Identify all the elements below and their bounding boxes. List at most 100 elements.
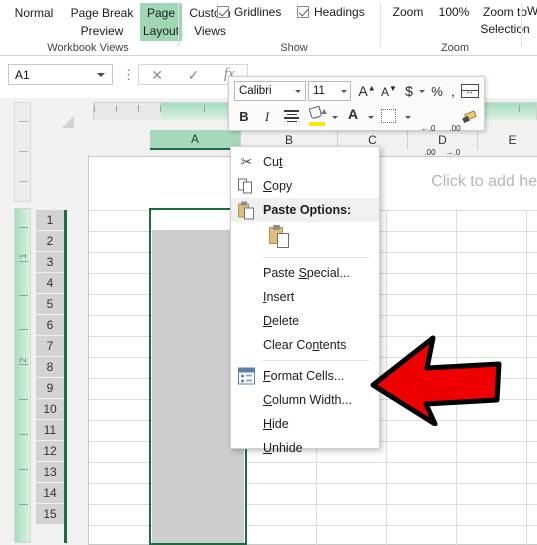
format-painter-icon[interactable] [462,109,481,125]
context-menu-item-hide[interactable]: Hide [231,412,379,436]
ribbon-group-workbook-views: Normal Page Break Preview Page Layout Cu… [0,0,231,56]
ruler-tick [160,105,161,112]
page-break-preview-line1: Page Break [70,6,134,20]
gridlines-checkbox-row[interactable]: Gridlines [217,5,281,19]
row-header-14[interactable]: 14 [36,483,64,504]
row-header-13[interactable]: 13 [36,462,64,483]
row-header-1[interactable]: 1 [36,210,64,231]
accounting-format-icon[interactable]: $ [404,84,414,98]
context-menu-item-column-width[interactable]: Column Width... [231,388,379,412]
vruler-tick [19,469,28,470]
paste-special-label: Paste Special... [263,266,350,280]
check-icon[interactable]: ✓ [188,68,200,82]
context-menu-item-format-cells[interactable]: Format Cells... [231,364,379,388]
context-menu-item-delete[interactable]: Delete [231,309,379,333]
decrease-font-size-icon[interactable]: A▼ [380,85,398,99]
italic-button[interactable]: I [261,110,273,123]
increase-font-size-icon[interactable]: A▲ [358,84,376,98]
decrease-decimal-icon[interactable]: .00 →.0 [442,109,464,173]
copy-icon [238,178,255,195]
font-color-icon[interactable]: A [345,107,361,126]
formula-bar-handle[interactable]: ⋮ [122,66,135,83]
font-name-chevron-down-icon[interactable] [295,90,301,93]
ribbon-group-window-partial[interactable]: W [527,4,537,18]
context-menu-item-copy[interactable]: Copy [231,174,379,198]
context-menu-item-paste-options[interactable]: Paste Options: [231,198,379,222]
row-header-12[interactable]: 12 [36,441,64,462]
row-header-5[interactable]: 5 [36,294,64,315]
row-header-9[interactable]: 9 [36,378,64,399]
fill-color-chevron-down-icon[interactable] [332,116,338,119]
group-label-show: Show [280,42,308,54]
percent-format-icon[interactable]: % [430,85,444,98]
select-all-button[interactable] [62,116,74,128]
context-menu-item-unhide[interactable]: Unhide [231,436,379,460]
vruler-tick [19,364,28,365]
gridlines-checkbox[interactable] [217,6,229,18]
font-color-chevron-down-icon[interactable] [368,116,374,119]
vruler-tick [19,504,28,505]
context-menu-item-clear-contents[interactable]: Clear Contents [231,333,379,357]
mini-format-toolbar: Calibri 11 A▲ A▼ $ % , B I [228,76,485,157]
dec-inc-bottom: .0 [453,148,461,157]
merge-cells-icon[interactable] [461,84,479,98]
accounting-chevron-down-icon[interactable] [419,90,425,93]
bold-button[interactable]: B [237,110,251,123]
row-header-10[interactable]: 10 [36,399,64,420]
view-normal-button[interactable]: Normal [2,3,66,23]
row-header-8[interactable]: 8 [36,357,64,378]
row-header-7[interactable]: 7 [36,336,64,357]
align-center-icon[interactable] [284,110,299,122]
zoom-to-selection-button[interactable]: Zoom to Selection [477,4,533,38]
context-menu-item-paste-special[interactable]: Paste Special... [231,261,379,285]
insert-label: Insert [263,290,295,304]
comma-format-icon[interactable]: , [448,84,458,98]
headings-label: Headings [314,5,365,19]
zoom-100-button[interactable]: 100% [432,4,476,21]
font-color-letter: A [347,106,359,122]
row-header-3[interactable]: 3 [36,252,64,273]
column-header-a[interactable]: A [150,130,241,150]
context-menu-item-cut[interactable]: ✂ Cut [231,150,379,174]
borders-chevron-down-icon[interactable] [405,116,411,119]
borders-icon[interactable] [381,109,396,123]
row-header-6[interactable]: 6 [36,315,64,336]
ribbon-group-zoom: Zoom 100% Zoom to Selection Zoom [380,0,530,56]
format-cells-icon [238,367,255,385]
unhide-label: Unhide [263,441,303,455]
ruler-tick [519,105,520,112]
fill-color-icon[interactable] [308,105,327,126]
font-size-chevron-down-icon[interactable] [341,90,347,93]
mini-toolbar-row-2: B I A ←.0 .00 .00 →.0 [229,105,484,157]
name-box[interactable]: A1 [8,64,113,85]
page-break-preview-line2: Preview [80,24,124,38]
vertical-ruler[interactable]: 1 2 [14,208,31,543]
clipboard-paste-icon[interactable] [269,225,291,249]
context-menu-item-insert[interactable]: Insert [231,285,379,309]
ruler-tick [138,105,139,112]
headings-checkbox-row[interactable]: Headings [297,5,365,19]
chevron-down-icon[interactable] [97,73,105,77]
ruler-tick [116,105,117,112]
add-header-placeholder[interactable]: Click to add he [431,173,537,191]
vruler-tick [19,295,28,296]
delete-label: Delete [263,314,300,328]
row-header-15[interactable]: 15 [36,504,64,525]
close-icon[interactable]: ✕ [151,68,163,82]
row-header-4[interactable]: 4 [36,273,64,294]
font-size-value: 11 [313,85,325,97]
ribbon-view-tab: Normal Page Break Preview Page Layout Cu… [0,0,537,56]
column-header-e[interactable]: E [478,130,537,150]
copy-label: Copy [263,179,293,193]
headings-checkbox[interactable] [297,6,309,18]
ribbon-separator-1 [178,3,179,47]
zoom-button[interactable]: Zoom [386,4,430,21]
page-layout-line2: Layout [143,24,180,38]
increase-decimal-icon[interactable]: ←.0 .00 [417,109,439,173]
row-header-11[interactable]: 11 [36,420,64,441]
paste-options-gallery [231,222,379,254]
zoom-to-selection-line1: Zoom to [482,5,527,19]
view-page-break-preview-button[interactable]: Page Break Preview [66,3,138,41]
row-header-2[interactable]: 2 [36,231,64,252]
view-page-layout-button[interactable]: Page Layout [140,3,182,41]
